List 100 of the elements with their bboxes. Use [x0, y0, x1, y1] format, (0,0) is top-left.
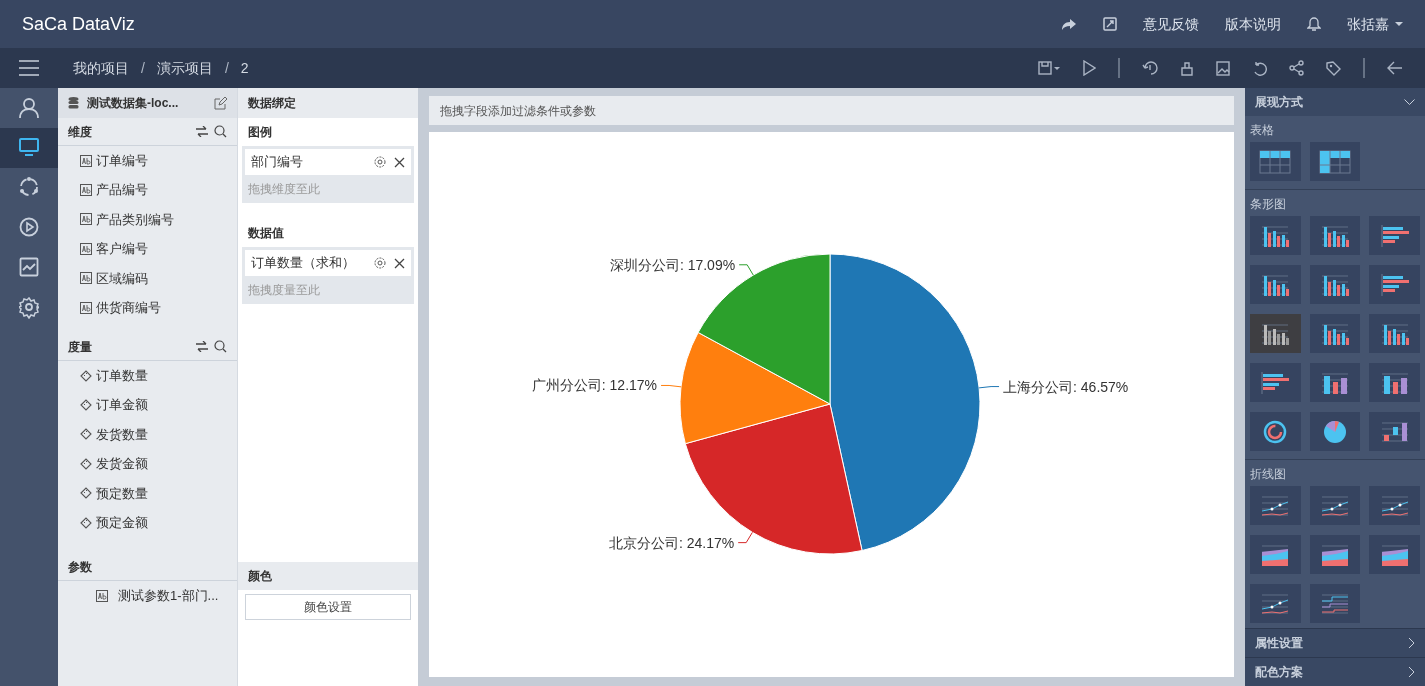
- field-item[interactable]: 发货数量: [58, 419, 237, 450]
- bound-field-chip[interactable]: 订单数量（求和）: [245, 250, 411, 276]
- field-item[interactable]: 订单金额: [58, 390, 237, 420]
- field-item[interactable]: 产品类别编号: [58, 204, 237, 235]
- chart-type-option[interactable]: [1309, 486, 1361, 525]
- chart-type-option[interactable]: [1309, 216, 1361, 255]
- caret-icon: [1395, 22, 1403, 26]
- chart-type-option[interactable]: [1250, 216, 1301, 255]
- chart-type-option[interactable]: [1250, 535, 1301, 574]
- drop-hint: 拖拽维度至此: [247, 181, 321, 198]
- chart-type-option[interactable]: [1250, 486, 1301, 525]
- chart-type-option[interactable]: [1369, 363, 1420, 402]
- field-item[interactable]: 订单数量: [58, 361, 237, 391]
- monitor-icon: [19, 137, 39, 159]
- chart-type-option[interactable]: [1369, 486, 1420, 525]
- play-icon[interactable]: [1082, 60, 1096, 76]
- chart-type-option[interactable]: [1250, 314, 1301, 353]
- chart-type-option[interactable]: [1309, 265, 1361, 304]
- text-field-icon: [80, 184, 92, 197]
- field-item[interactable]: 供货商编号: [58, 292, 237, 323]
- history-icon[interactable]: [1142, 60, 1158, 76]
- settings-icon[interactable]: [374, 257, 386, 269]
- collapsible-section-header[interactable]: 配色方案: [1245, 657, 1425, 686]
- chart-type-option[interactable]: [1369, 216, 1420, 255]
- chart-type-option[interactable]: [1309, 412, 1361, 451]
- text-field-icon: [96, 590, 108, 603]
- user-menu[interactable]: 张括嘉: [1347, 13, 1403, 35]
- close-icon[interactable]: [394, 257, 405, 269]
- header-link[interactable]: 意见反馈: [1143, 13, 1199, 35]
- chart-type-option[interactable]: [1250, 142, 1301, 181]
- image-icon[interactable]: [1216, 60, 1230, 76]
- chart-type-option[interactable]: [1309, 535, 1361, 574]
- color-settings-button[interactable]: 颜色设置: [245, 594, 411, 620]
- chart-type-option[interactable]: [1250, 363, 1301, 402]
- swap-icon[interactable]: [196, 126, 208, 137]
- chart-type-option[interactable]: [1309, 142, 1361, 181]
- filter-drop-zone[interactable]: 拖拽字段添加过滤条件或参数: [429, 96, 1234, 125]
- chart-type-option[interactable]: [1250, 412, 1301, 451]
- bell-icon[interactable]: [1307, 16, 1321, 32]
- breadcrumb-separator: /: [140, 58, 146, 78]
- play-circle-icon: [19, 217, 39, 239]
- leader-line: [738, 264, 754, 276]
- section-title: 数据值: [247, 225, 285, 242]
- chart-type-option[interactable]: [1309, 314, 1361, 353]
- settings-icon: [19, 297, 39, 319]
- tag-icon[interactable]: [1326, 60, 1341, 76]
- database-icon: [68, 97, 79, 109]
- section-title: 图例: [247, 124, 273, 141]
- save-icon[interactable]: [1038, 61, 1060, 75]
- breadcrumb-link[interactable]: 演示项目: [156, 57, 213, 79]
- chart-type-option[interactable]: [1369, 535, 1420, 574]
- collapsible-section-header[interactable]: 属性设置: [1245, 628, 1425, 657]
- chart-type-option[interactable]: [1309, 363, 1361, 402]
- field-item[interactable]: 预定数量: [58, 478, 237, 508]
- external-link-icon[interactable]: [1103, 17, 1117, 31]
- breadcrumb-link[interactable]: 2: [240, 57, 249, 79]
- back-arrow-icon[interactable]: [1387, 61, 1403, 75]
- swap-icon[interactable]: [196, 341, 208, 352]
- section-title: 颜色: [238, 562, 418, 590]
- settings-icon[interactable]: [374, 156, 386, 168]
- text-field-icon: [80, 213, 92, 226]
- cycle-icon: [19, 177, 39, 199]
- field-item[interactable]: 测试参数1-部门...: [58, 581, 237, 611]
- field-item[interactable]: 产品编号: [58, 175, 237, 205]
- chart-type-option[interactable]: [1369, 265, 1420, 304]
- pie-slice[interactable]: [679, 332, 831, 445]
- search-icon[interactable]: [214, 125, 227, 138]
- app-logo: SaCa DataViz: [22, 12, 135, 36]
- undo-icon[interactable]: [1252, 60, 1267, 76]
- nav-button[interactable]: [0, 128, 58, 168]
- chart-type-option[interactable]: [1250, 265, 1301, 304]
- field-item[interactable]: 区域编码: [58, 263, 237, 293]
- close-icon[interactable]: [394, 156, 405, 168]
- chart-type-option[interactable]: [1250, 584, 1301, 623]
- share-icon[interactable]: [1289, 60, 1304, 76]
- chevron-down-icon[interactable]: [1404, 98, 1415, 106]
- field-item[interactable]: 客户编号: [58, 234, 237, 264]
- text-field-icon: [80, 272, 92, 285]
- header-link[interactable]: 版本说明: [1225, 13, 1281, 35]
- share-arrow-icon[interactable]: [1061, 17, 1077, 31]
- field-item[interactable]: 订单编号: [58, 146, 237, 176]
- edit-icon[interactable]: [214, 96, 227, 110]
- search-icon[interactable]: [214, 340, 227, 353]
- breadcrumb-link[interactable]: 我的项目: [73, 57, 129, 79]
- pie-slice[interactable]: [829, 253, 981, 552]
- chart-type-option[interactable]: [1369, 314, 1420, 353]
- data-label: 上海分公司: 46.57%: [1003, 378, 1129, 395]
- field-item[interactable]: 预定金额: [58, 507, 237, 538]
- field-item[interactable]: 发货金额: [58, 449, 237, 479]
- bound-field-chip[interactable]: 部门编号: [245, 149, 411, 175]
- user-icon: [19, 97, 39, 119]
- section-title: 维度: [68, 123, 93, 141]
- leader-line: [660, 384, 682, 388]
- data-label: 北京分公司: 24.17%: [608, 534, 735, 551]
- pie-slice[interactable]: [684, 403, 863, 555]
- drop-hint: 拖拽度量至此: [247, 282, 321, 299]
- leader-line: [737, 531, 753, 544]
- chart-type-option[interactable]: [1369, 412, 1420, 451]
- text-field-icon: [80, 242, 92, 255]
- line-chart-icon: [19, 257, 39, 279]
